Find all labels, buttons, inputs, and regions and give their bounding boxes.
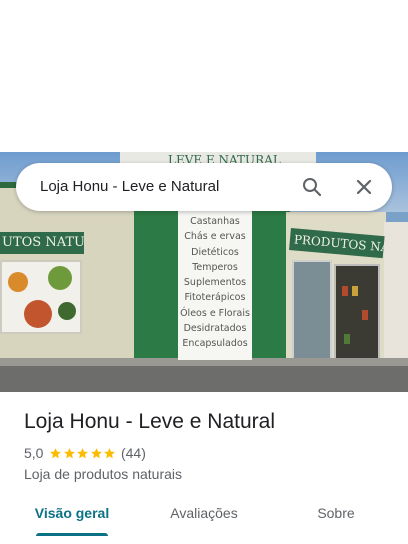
tab-about[interactable]: Sobre	[296, 496, 376, 532]
review-count[interactable]: (44)	[121, 445, 146, 461]
board-item: Óleos e Florais	[180, 307, 250, 319]
storefront-poster	[0, 260, 82, 334]
board-item: Desidratados	[183, 323, 247, 335]
board-item: Temperos	[192, 261, 238, 273]
rating-row[interactable]: 5,0 (44)	[24, 444, 146, 462]
place-title: Loja Honu - Leve e Natural	[24, 410, 275, 433]
road	[0, 366, 408, 392]
active-tab-indicator	[36, 533, 108, 536]
poster-food-image	[24, 300, 52, 328]
close-icon[interactable]	[352, 175, 376, 199]
search-input[interactable]: Loja Honu - Leve e Natural	[40, 163, 219, 211]
shelf-item	[342, 286, 348, 296]
shelf-item	[344, 334, 350, 344]
board-item: Suplementos	[183, 277, 247, 289]
place-category: Loja de produtos naturais	[24, 466, 182, 482]
star-icon	[64, 447, 75, 458]
board-item: Chás e ervas	[184, 231, 246, 243]
poster-food-image	[58, 302, 76, 320]
board-item: Encapsulados	[182, 338, 248, 350]
place-tabs: Visão geral Avaliações Sobre	[0, 496, 408, 536]
star-icon	[77, 447, 89, 458]
shelf-item	[352, 286, 358, 296]
star-icon	[50, 447, 62, 458]
star-icon	[104, 447, 116, 458]
rating-stars	[49, 447, 117, 460]
poster-food-image	[8, 272, 28, 292]
star-icon	[91, 447, 102, 458]
board-item: Fitoterápicos	[184, 292, 246, 304]
poster-food-image	[48, 266, 72, 290]
product-list-board: Castanhas Chás e ervas Dietéticos Temper…	[178, 210, 252, 360]
board-item: Castanhas	[190, 216, 240, 227]
storefront-sign-left: UTOS NATURAIS	[0, 232, 84, 254]
map-area	[0, 0, 408, 152]
search-bar[interactable]: Loja Honu - Leve e Natural	[16, 163, 392, 211]
shelf-item	[362, 310, 368, 320]
tab-overview[interactable]: Visão geral	[24, 496, 120, 532]
tab-reviews[interactable]: Avaliações	[152, 496, 256, 532]
rating-value: 5,0	[24, 445, 44, 461]
neighbor-wall	[384, 222, 408, 364]
board-item: Dietéticos	[191, 246, 239, 258]
search-icon[interactable]	[300, 175, 324, 199]
